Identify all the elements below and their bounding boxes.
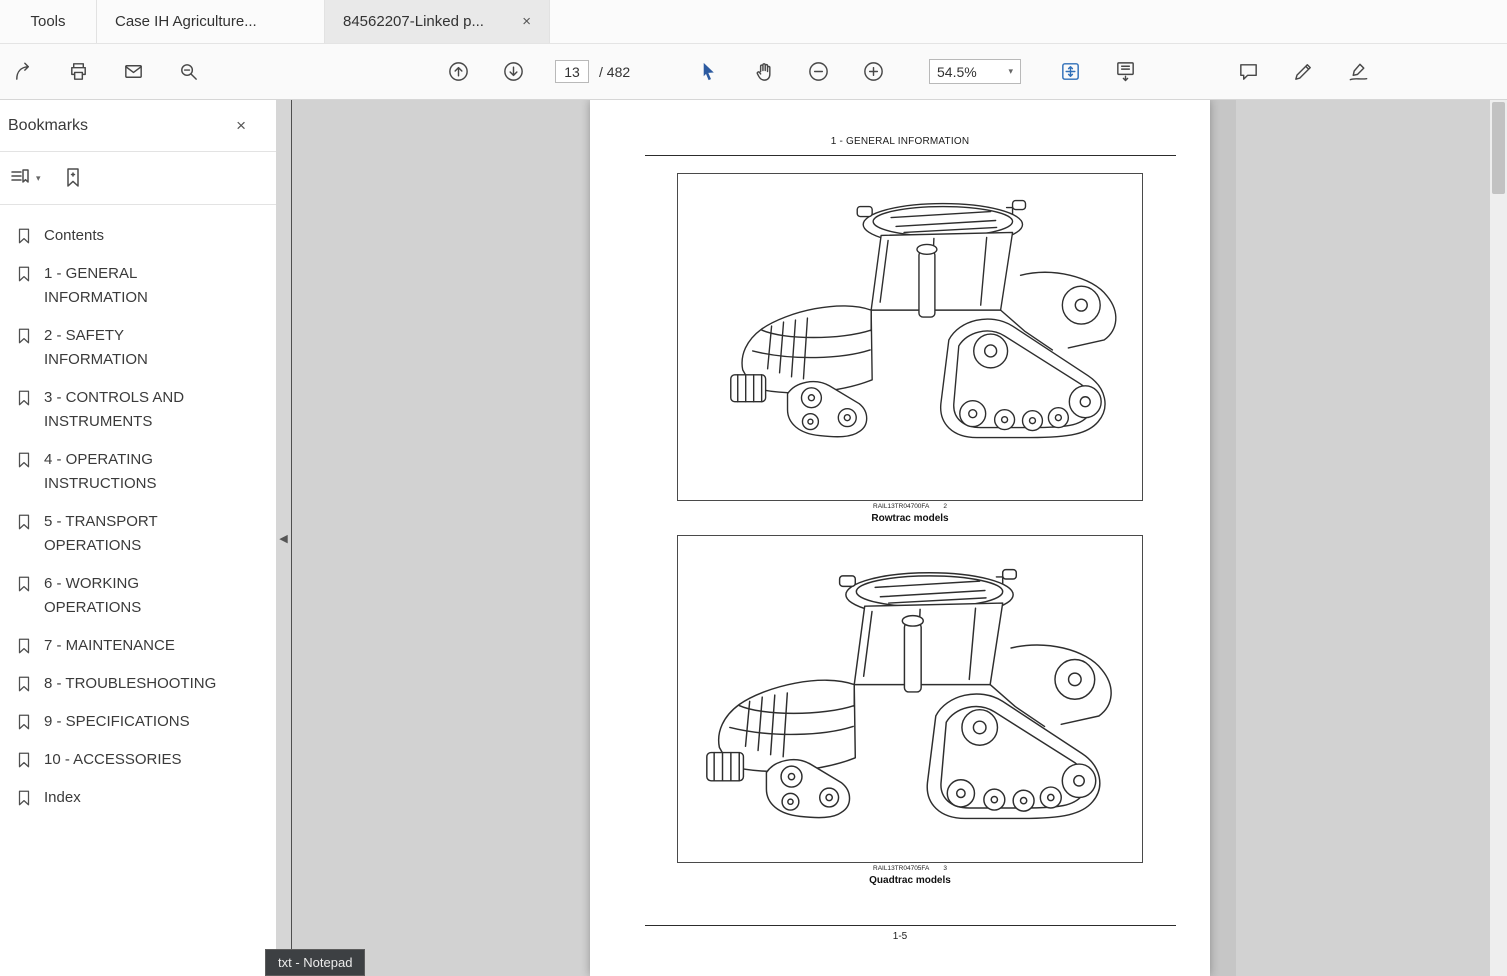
bookmark-item-label: 7 - MAINTENANCE [44,637,175,654]
main-toolbar: / 482 54.5% ▾ [0,44,1507,100]
scroll-mode-icon[interactable] [1112,59,1138,85]
bookmark-item[interactable]: 3 - CONTROLS AND INSTRUMENTS [0,379,276,441]
page-footer-number: 1-5 [892,931,908,942]
figure-rowtrac: RAIL13TR04700FA 2 Rowtrac models [677,173,1143,524]
bookmark-item-label: 6 - WORKING OPERATIONS [44,575,142,616]
fit-page-icon[interactable] [1057,59,1083,85]
figure-caption: Quadtrac models [869,875,951,886]
zoom-in-icon[interactable] [860,59,886,85]
signature-tool-icon[interactable] [1345,59,1371,85]
bookmark-icon [18,328,30,344]
bookmark-icon [18,266,30,282]
bookmark-item-label: Contents [44,227,105,244]
bookmark-icon [18,790,30,806]
bookmark-item[interactable]: Index [0,779,276,817]
email-icon[interactable] [120,59,146,85]
tab-document-84562207-label: 84562207-Linked p... [343,13,484,30]
figure-frame [677,535,1143,863]
bookmark-menu-icon [11,169,29,183]
bookmark-item-label: 2 - SAFETY INFORMATION [44,327,148,368]
figure-reference: RAIL13TR04700FA 2 [873,503,947,510]
marquee-zoom-icon[interactable] [175,59,201,85]
expand-current-bookmark-button[interactable] [61,166,85,190]
figure-quadtrac: RAIL13TR04705FA 3 Quadtrac models [677,535,1143,886]
bookmark-item[interactable]: 7 - MAINTENANCE [0,627,276,665]
close-tab-icon[interactable]: × [522,13,531,30]
bookmark-item[interactable]: 1 - GENERAL INFORMATION [0,255,276,317]
bookmark-list: Contents 1 - GENERAL INFORMATION 2 - SAF… [0,205,276,817]
pdf-page[interactable]: 1 - GENERAL INFORMATION RAIL13TR04700FA 2… [590,100,1236,976]
close-panel-icon[interactable]: × [236,116,246,136]
bookmarks-header: Bookmarks × [0,100,276,152]
collapse-panel-icon[interactable]: ◀ [279,532,287,545]
bookmark-item-label: Index [44,789,81,806]
document-view[interactable]: 1 - GENERAL INFORMATION RAIL13TR04700FA 2… [293,100,1490,976]
bookmark-item[interactable]: 9 - SPECIFICATIONS [0,703,276,741]
bookmark-item-label: 4 - OPERATING INSTRUCTIONS [44,451,157,492]
bookmarks-toolbar: ▾ [0,152,276,205]
bookmark-item[interactable]: 10 - ACCESSORIES [0,741,276,779]
header-rule [645,155,1176,156]
comment-icon[interactable] [1235,59,1261,85]
select-tool-icon[interactable] [695,59,721,85]
bookmark-item-label: 10 - ACCESSORIES [44,751,182,768]
page-section-header: 1 - GENERAL INFORMATION [830,136,970,147]
bookmark-options-button[interactable]: ▾ [8,166,41,190]
tab-tools-label: Tools [30,13,66,30]
bookmarks-panel: Bookmarks × ▾ Contents 1 - GENERAL INFOR… [0,100,276,976]
chevron-down-icon: ▾ [36,172,41,183]
bookmark-item[interactable]: Contents [0,217,276,255]
taskbar-tooltip: txt - Notepad [265,949,366,976]
bookmark-item-label: 1 - GENERAL INFORMATION [44,265,148,306]
figure-frame [677,173,1143,501]
print-icon[interactable] [65,59,91,85]
tab-bar: Tools Case IH Agriculture... 84562207-Li… [0,0,1507,44]
vertical-scrollbar[interactable] [1490,100,1507,976]
panel-splitter[interactable]: ◀ [276,100,292,976]
chevron-down-icon: ▾ [1008,66,1013,76]
zoom-level-select[interactable]: 54.5% ▾ [929,59,1021,84]
bookmarks-title: Bookmarks [8,116,89,134]
page-number-input[interactable] [555,60,589,83]
bookmark-icon [18,714,30,730]
bookmark-icon [18,576,30,592]
bookmark-icon [18,752,30,768]
bookmark-item-label: 5 - TRANSPORT OPERATIONS [44,513,158,554]
bookmark-item-label: 3 - CONTROLS AND INSTRUMENTS [44,389,185,430]
bookmark-item[interactable]: 4 - OPERATING INSTRUCTIONS [0,441,276,503]
tab-document-84562207[interactable]: 84562207-Linked p... × [325,0,550,43]
bookmark-icon [18,390,30,406]
hand-tool-icon[interactable] [750,59,776,85]
footer-rule [645,925,1176,926]
bookmark-icon [18,676,30,692]
bookmark-icon [18,452,30,468]
bookmark-star-icon [66,168,79,187]
zoom-out-icon[interactable] [805,59,831,85]
bookmark-item[interactable]: 6 - WORKING OPERATIONS [0,565,276,627]
bookmark-icon [18,638,30,654]
bookmark-item-label: 8 - TROUBLESHOOTING [44,675,217,692]
page-count-label: / 482 [599,63,631,80]
taskbar-tooltip-label: txt - Notepad [278,955,353,970]
bookmark-item[interactable]: 5 - TRANSPORT OPERATIONS [0,503,276,565]
bookmark-item[interactable]: 2 - SAFETY INFORMATION [0,317,276,379]
quadtrac-tractor-drawing [706,568,1112,820]
zoom-level-value: 54.5% [937,63,977,80]
bookmark-icon [18,514,30,530]
rowtrac-tractor-drawing [730,199,1117,439]
share-icon[interactable] [10,59,36,85]
bookmark-item-label: 9 - SPECIFICATIONS [44,713,190,730]
page-down-icon[interactable] [500,59,526,85]
figure-caption: Rowtrac models [871,513,949,524]
bookmark-item[interactable]: 8 - TROUBLESHOOTING [0,665,276,703]
pencil-tool-icon[interactable] [1290,59,1316,85]
tab-tools[interactable]: Tools [0,0,97,43]
bookmark-icon [18,228,30,244]
page-up-icon[interactable] [445,59,471,85]
scrollbar-thumb[interactable] [1492,102,1505,194]
tab-document-caseih-label: Case IH Agriculture... [115,13,257,30]
tab-document-caseih[interactable]: Case IH Agriculture... [97,0,325,43]
figure-reference: RAIL13TR04705FA 3 [873,865,947,872]
